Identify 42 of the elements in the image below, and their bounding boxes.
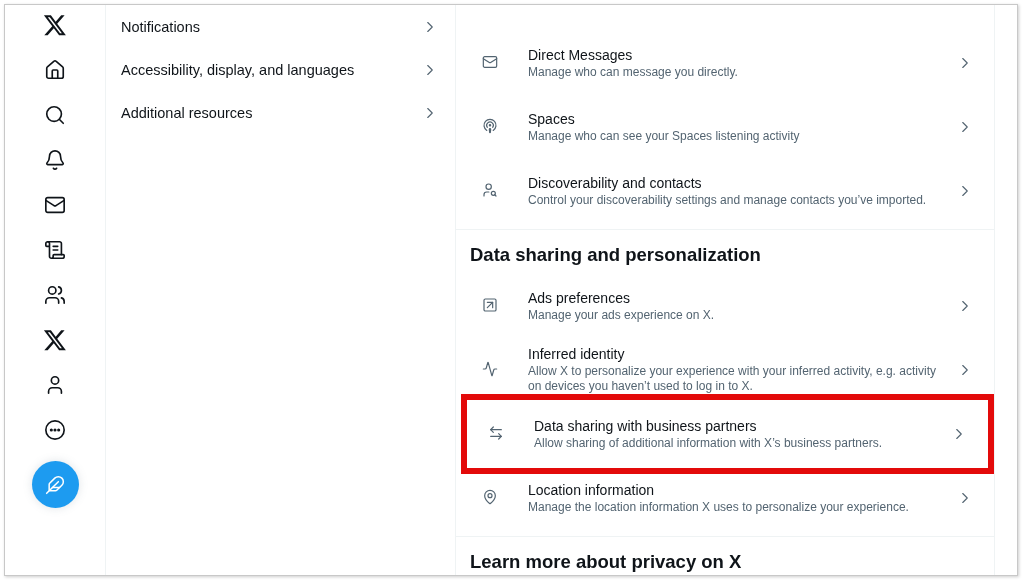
setting-description: Allow X to personalize your experience with your inferred activity, e.g. activity on devices you haven’t used to log in to X. <box>528 364 937 394</box>
person-search-icon <box>482 182 498 198</box>
microphone-icon <box>482 118 498 134</box>
setting-title: Inferred identity <box>528 346 626 362</box>
settings-menu-item[interactable]: Notifications <box>106 5 455 48</box>
setting-description: Manage the location information X uses to personalize your experience. <box>528 499 910 515</box>
setting-description: Manage your ads experience on X. <box>528 307 716 323</box>
mail-icon[interactable] <box>44 194 66 216</box>
setting-row[interactable]: Spaces Manage who can see your Spaces listening activity <box>456 95 994 159</box>
settings-menu-item[interactable]: Accessibility, display, and languages <box>106 48 455 91</box>
envelope-icon <box>482 54 498 70</box>
setting-title: Spaces <box>528 110 576 127</box>
list-icon[interactable] <box>44 239 66 261</box>
swap-arrows-icon <box>488 425 504 441</box>
setting-title: Ads preferences <box>528 289 631 306</box>
setting-row[interactable]: Direct Messages Manage who can message you directly. <box>456 31 994 95</box>
setting-title: Discoverability and contacts <box>528 174 703 191</box>
setting-row[interactable]: Discoverability and contacts Control your discoverability settings and manage contacts you’ve imported. <box>456 159 994 223</box>
x-logo-icon[interactable] <box>43 328 67 352</box>
x-logo-icon[interactable] <box>43 13 67 37</box>
search-icon[interactable] <box>44 104 66 126</box>
feather-icon <box>45 474 65 495</box>
setting-title: Data sharing with business partners <box>534 417 758 434</box>
highlighted-setting-row[interactable]: Data sharing with business partners Allow sharing of additional information with X’s business partners. <box>461 394 994 474</box>
setting-description: Control your discoverability settings and manage contacts you’ve imported. <box>528 192 928 208</box>
section-heading: Learn more about privacy on X <box>469 550 743 574</box>
setting-description: Manage who can see your Spaces listening activity <box>528 128 801 144</box>
arrow-square-icon <box>482 297 498 313</box>
bell-icon[interactable] <box>44 149 66 171</box>
activity-icon <box>482 361 498 377</box>
section-heading: Data sharing and personalization <box>469 243 762 267</box>
people-icon[interactable] <box>44 284 66 306</box>
setting-title: Location information <box>528 481 656 498</box>
settings-menu-item[interactable]: Additional resources <box>106 91 455 134</box>
setting-row[interactable]: Ads preferences Manage your ads experience on X. <box>456 274 994 338</box>
home-icon[interactable] <box>44 59 66 81</box>
setting-description: Allow sharing of additional information with X’s business partners. <box>534 435 883 451</box>
setting-title: Direct Messages <box>528 46 634 63</box>
more-icon[interactable] <box>44 419 66 441</box>
setting-description: Manage who can message you directly. <box>528 64 739 80</box>
location-pin-icon <box>482 489 498 505</box>
compose-button[interactable] <box>31 461 79 508</box>
